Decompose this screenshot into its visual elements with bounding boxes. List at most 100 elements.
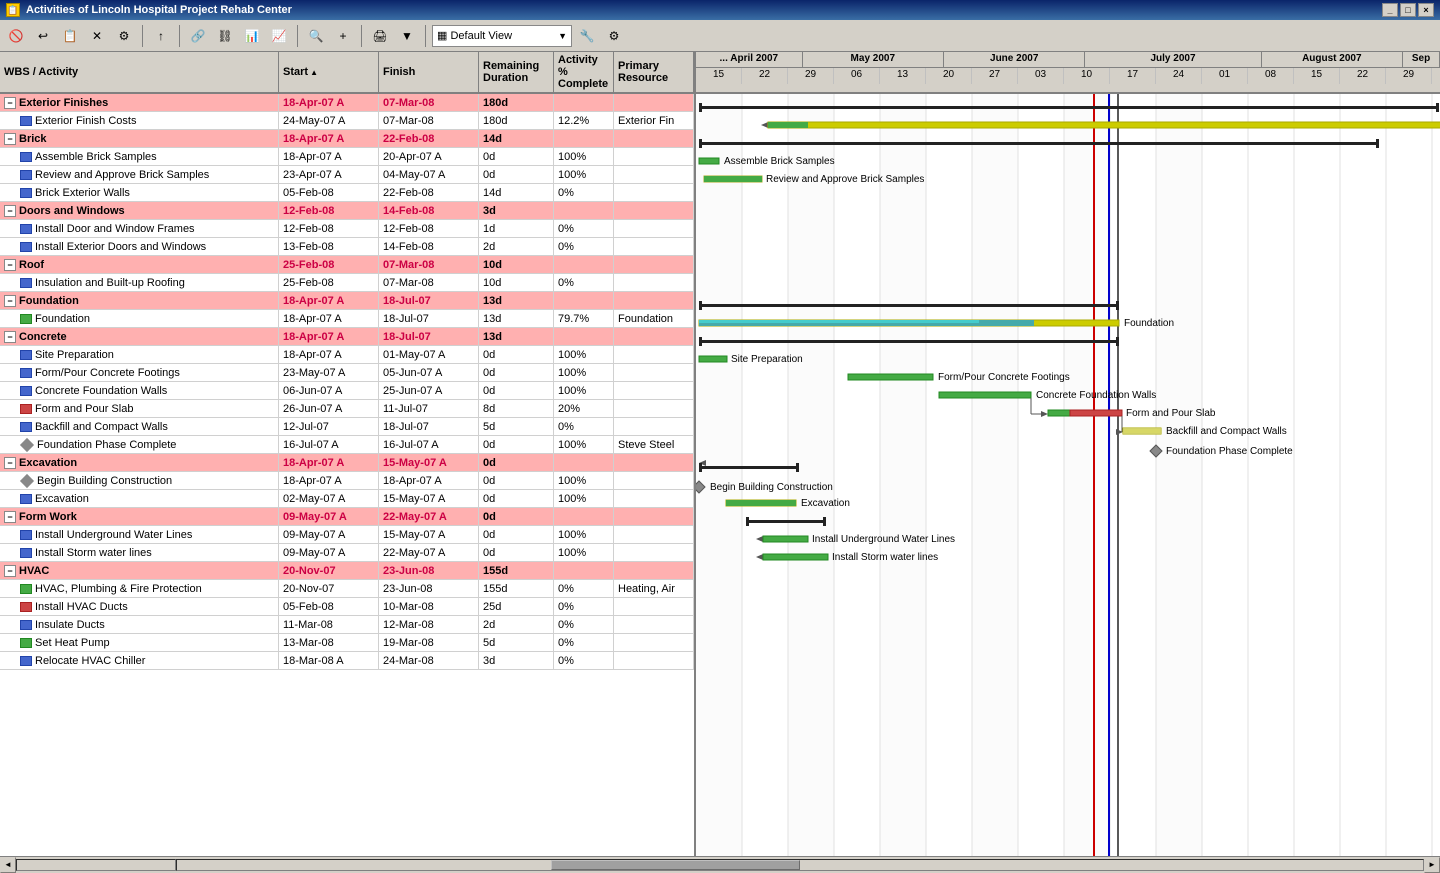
row-site-prep[interactable]: Site Preparation 18-Apr-07 A 01-May-07 A…: [0, 346, 694, 364]
row-concrete[interactable]: − Concrete 18-Apr-07 A 18-Jul-07 13d: [0, 328, 694, 346]
row-insulation[interactable]: Insulation and Built-up Roofing 25-Feb-0…: [0, 274, 694, 292]
link-icon[interactable]: 🔗: [186, 24, 210, 48]
activity-icon[interactable]: 📊: [240, 24, 264, 48]
settings-icon[interactable]: ⚙: [112, 24, 136, 48]
scroll-left-track[interactable]: [16, 859, 176, 871]
row-excavation-task[interactable]: Excavation 02-May-07 A 15-May-07 A 0d 10…: [0, 490, 694, 508]
label-site-prep: Site Preparation: [731, 354, 803, 365]
res-excavation-task: [614, 490, 694, 507]
row-storm[interactable]: Install Storm water lines 09-May-07 A 22…: [0, 544, 694, 562]
row-underground[interactable]: Install Underground Water Lines 09-May-0…: [0, 526, 694, 544]
expand-doors[interactable]: −: [4, 205, 16, 217]
wbs-begin-construction: Begin Building Construction: [0, 472, 279, 489]
print-arrow[interactable]: ▼: [395, 24, 419, 48]
row-insulate-ducts[interactable]: Insulate Ducts 11-Mar-08 12-Mar-08 2d 0%: [0, 616, 694, 634]
pct-backfill: 0%: [554, 418, 614, 435]
wbs-relocate-hvac: Relocate HVAC Chiller: [0, 652, 279, 669]
finish-conc-walls: 25-Jun-07 A: [379, 382, 479, 399]
title-bar: 📋 Activities of Lincoln Hospital Project…: [0, 0, 1440, 20]
filter-icon[interactable]: 🔍: [304, 24, 328, 48]
scroll-thumb[interactable]: [551, 860, 800, 870]
row-heat-pump[interactable]: Set Heat Pump 13-Mar-08 19-Mar-08 5d 0%: [0, 634, 694, 652]
row-excavation-group[interactable]: − Excavation 18-Apr-07 A 15-May-07 A 0d: [0, 454, 694, 472]
row-brick[interactable]: − Brick 18-Apr-07 A 22-Feb-08 14d: [0, 130, 694, 148]
bar-assemble: [699, 158, 719, 164]
maximize-button[interactable]: □: [1400, 3, 1416, 17]
pct-header[interactable]: Activity % Complete: [554, 52, 614, 92]
rem-excavation-task: 0d: [479, 490, 554, 507]
row-exterior-doors[interactable]: Install Exterior Doors and Windows 13-Fe…: [0, 238, 694, 256]
week-aug05: 05: [1432, 68, 1440, 84]
unlink-icon[interactable]: ⛓: [213, 24, 237, 48]
print-icon[interactable]: 🖨: [368, 24, 392, 48]
scroll-right-button[interactable]: ►: [1424, 857, 1440, 873]
rem-storm: 0d: [479, 544, 554, 561]
scroll-area[interactable]: − Exterior Finishes 18-Apr-07 A 07-Mar-0…: [0, 94, 1440, 856]
row-hvac[interactable]: − HVAC 20-Nov-07 23-Jun-08 155d: [0, 562, 694, 580]
bar-form-slab: [1070, 410, 1122, 416]
minimize-button[interactable]: _: [1382, 3, 1398, 17]
row-foundation-group[interactable]: − Foundation 18-Apr-07 A 18-Jul-07 13d: [0, 292, 694, 310]
plus-icon[interactable]: +: [331, 24, 355, 48]
row-concrete-footings[interactable]: Form/Pour Concrete Footings 23-May-07 A …: [0, 364, 694, 382]
expand-exterior[interactable]: −: [4, 97, 16, 109]
expand-formwork[interactable]: −: [4, 511, 16, 523]
options-icon[interactable]: ⚙: [602, 24, 626, 48]
row-foundation-task[interactable]: Foundation 18-Apr-07 A 18-Jul-07 13d 79.…: [0, 310, 694, 328]
row-brick-walls[interactable]: Brick Exterior Walls 05-Feb-08 22-Feb-08…: [0, 184, 694, 202]
remaining-header[interactable]: Remaining Duration: [479, 52, 554, 92]
undo-icon[interactable]: ↩: [31, 24, 55, 48]
view-selector[interactable]: ▦ Default View ▼: [432, 25, 572, 47]
expand-brick[interactable]: −: [4, 133, 16, 145]
row-form-slab[interactable]: Form and Pour Slab 26-Jun-07 A 11-Jul-07…: [0, 400, 694, 418]
tools-icon[interactable]: 🔧: [575, 24, 599, 48]
month-jul: July 2007: [1085, 52, 1261, 67]
wbs-header[interactable]: WBS / Activity: [0, 52, 279, 92]
month-apr: ... April 2007: [696, 52, 803, 67]
resource-header[interactable]: Primary Resource: [614, 52, 694, 92]
row-conc-walls[interactable]: Concrete Foundation Walls 06-Jun-07 A 25…: [0, 382, 694, 400]
window-controls[interactable]: _ □ ×: [1382, 3, 1434, 17]
finish-roof: 07-Mar-08: [379, 256, 479, 273]
delete-icon[interactable]: ✕: [85, 24, 109, 48]
copy-icon[interactable]: 📋: [58, 24, 82, 48]
row-relocate-hvac[interactable]: Relocate HVAC Chiller 18-Mar-08 A 24-Mar…: [0, 652, 694, 670]
start-header[interactable]: Start ▲: [279, 52, 379, 92]
expand-hvac[interactable]: −: [4, 565, 16, 577]
toolbar: 🚫 ↩ 📋 ✕ ⚙ ↑ 🔗 ⛓ 📊 📈 🔍 + 🖨 ▼ ▦ Default Vi…: [0, 20, 1440, 52]
row-found-complete[interactable]: Foundation Phase Complete 16-Jul-07 A 16…: [0, 436, 694, 454]
horizontal-scrollbar[interactable]: ◄ ►: [0, 856, 1440, 872]
expand-roof[interactable]: −: [4, 259, 16, 271]
pct-door-frames: 0%: [554, 220, 614, 237]
finish-review-brick: 04-May-07 A: [379, 166, 479, 183]
stop-icon[interactable]: 🚫: [4, 24, 28, 48]
row-hvac-plumb[interactable]: HVAC, Plumbing & Fire Protection 20-Nov-…: [0, 580, 694, 598]
row-doors-windows[interactable]: − Doors and Windows 12-Feb-08 14-Feb-08 …: [0, 202, 694, 220]
pct-begin-construction: 100%: [554, 472, 614, 489]
row-door-frames[interactable]: Install Door and Window Frames 12-Feb-08…: [0, 220, 694, 238]
finish-header[interactable]: Finish: [379, 52, 479, 92]
scroll-left-button[interactable]: ◄: [0, 857, 16, 873]
row-roof[interactable]: − Roof 25-Feb-08 07-Mar-08 10d: [0, 256, 694, 274]
expand-concrete[interactable]: −: [4, 331, 16, 343]
wbs-doors-windows: − Doors and Windows: [0, 202, 279, 219]
finish-underground: 15-May-07 A: [379, 526, 479, 543]
row-ext-costs[interactable]: Exterior Finish Costs 24-May-07 A 07-Mar…: [0, 112, 694, 130]
row-formwork[interactable]: − Form Work 09-May-07 A 22-May-07 A 0d: [0, 508, 694, 526]
row-hvac-ducts[interactable]: Install HVAC Ducts 05-Feb-08 10-Mar-08 2…: [0, 598, 694, 616]
expand-excavation[interactable]: −: [4, 457, 16, 469]
row-backfill[interactable]: Backfill and Compact Walls 12-Jul-07 18-…: [0, 418, 694, 436]
start-underground: 09-May-07 A: [279, 526, 379, 543]
scroll-track[interactable]: [176, 859, 1424, 871]
row-review-brick[interactable]: Review and Approve Brick Samples 23-Apr-…: [0, 166, 694, 184]
chart-icon[interactable]: 📈: [267, 24, 291, 48]
expand-foundation[interactable]: −: [4, 295, 16, 307]
arrow-icon[interactable]: ↑: [149, 24, 173, 48]
wbs-heat-pump: Set Heat Pump: [0, 634, 279, 651]
close-button[interactable]: ×: [1418, 3, 1434, 17]
start-hvac-ducts: 05-Feb-08: [279, 598, 379, 615]
row-exterior-finishes[interactable]: − Exterior Finishes 18-Apr-07 A 07-Mar-0…: [0, 94, 694, 112]
row-begin-construction[interactable]: Begin Building Construction 18-Apr-07 A …: [0, 472, 694, 490]
wbs-insulation: Insulation and Built-up Roofing: [0, 274, 279, 291]
row-assemble-brick[interactable]: Assemble Brick Samples 18-Apr-07 A 20-Ap…: [0, 148, 694, 166]
